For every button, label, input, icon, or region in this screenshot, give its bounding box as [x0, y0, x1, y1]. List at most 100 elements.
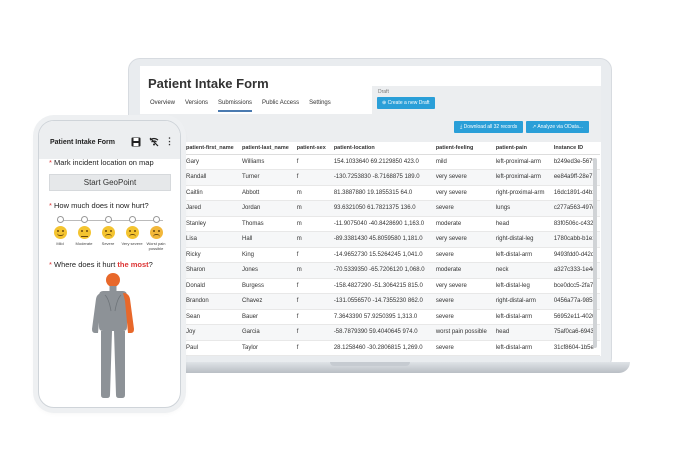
- table-cell: left-distal-arm: [491, 309, 550, 325]
- table-cell: moderate: [431, 216, 492, 232]
- table-row[interactable]: 9DonaldBurgessf-158.4827290 -51.3064215 …: [140, 278, 600, 294]
- save-icon[interactable]: [131, 137, 141, 147]
- more-icon[interactable]: ⋮: [165, 136, 174, 147]
- create-draft-button[interactable]: ⊕ Create a new Draft: [377, 97, 435, 109]
- radio-button[interactable]: [104, 216, 112, 223]
- table-cell: Jordan: [238, 200, 293, 217]
- table-row[interactable]: 9CaitlinAbbottm81.3887880 19.1855315 64.…: [140, 185, 600, 201]
- laptop-notch: [330, 362, 410, 366]
- table-cell: head: [491, 216, 550, 232]
- table-cell: -11.9075040 -40.8428690 1,163.0: [329, 216, 432, 232]
- radio-button[interactable]: [152, 216, 160, 223]
- scale-label: Worst pain possible: [146, 241, 166, 251]
- table-row[interactable]: 9LisaHallm-89.3381430 45.8059580 1,181.0…: [140, 231, 600, 248]
- odata-button[interactable]: ↗ Analyze via OData...: [526, 121, 589, 133]
- question-pain-location: * Where does it hurt the most?: [49, 260, 153, 269]
- table-cell: f: [292, 154, 330, 170]
- table-cell: very severe: [431, 169, 492, 186]
- table-row[interactable]: 9GaryWilliamsf154.1033640 69.2129850 423…: [140, 154, 600, 170]
- table-row[interactable]: 9PaulTaylorf28.1258460 -30.2806815 1,269…: [140, 340, 600, 356]
- create-draft-label: Create a new Draft: [387, 100, 430, 106]
- column-header[interactable]: patient-pain: [491, 142, 550, 155]
- column-header[interactable]: patient-location: [329, 142, 432, 155]
- table-cell: mild: [431, 154, 492, 170]
- tab-versions[interactable]: Versions: [185, 96, 208, 112]
- table-cell: f: [292, 247, 330, 263]
- table-cell: very severe: [431, 231, 492, 248]
- table-cell: Hall: [238, 231, 293, 248]
- table-row[interactable]: 9StanleyThomasm-11.9075040 -40.8428690 1…: [140, 216, 600, 232]
- table-row[interactable]: 9SharonJonesm-70.5339350 -65.7206120 1,0…: [140, 262, 600, 279]
- sad-face-icon: [125, 226, 139, 239]
- table-cell: 81.3887880 19.1855315 64.0: [329, 185, 432, 201]
- scale-label: Severe: [101, 241, 115, 246]
- table-row[interactable]: 9JoyGarciaf-58.7879390 59.4040645 974.0w…: [140, 324, 600, 341]
- scale-option-worst[interactable]: Worst pain possible: [143, 216, 169, 251]
- offline-icon[interactable]: [149, 137, 159, 147]
- body-head[interactable]: [106, 273, 120, 287]
- table-cell: m: [292, 231, 330, 248]
- tab-submissions[interactable]: Submissions: [218, 96, 253, 112]
- table-cell: very severe: [431, 278, 492, 294]
- table-cell: neck: [491, 262, 550, 279]
- column-header[interactable]: patient-first_name: [182, 142, 238, 155]
- table-cell: m: [292, 200, 330, 217]
- table-row[interactable]: 9BrandonChavezf-131.0556570 -14.7355230 …: [140, 293, 600, 310]
- draft-panel: Draft ⊕ Create a new Draft: [372, 86, 601, 114]
- phone-frame: Patient Intake Form ⋮ * Mark incident lo…: [38, 120, 181, 408]
- table-cell: Thomas: [238, 216, 293, 232]
- column-header[interactable]: Instance ID: [549, 142, 600, 155]
- start-geopoint-button[interactable]: Start GeoPoint: [49, 174, 171, 191]
- radio-button[interactable]: [80, 216, 88, 223]
- table-cell: Sean: [182, 309, 238, 325]
- table-cell: Turner: [238, 169, 293, 186]
- table-cell: -14.9652730 15.5264245 1,041.0: [329, 247, 432, 263]
- radio-button[interactable]: [128, 216, 136, 223]
- tab-overview[interactable]: Overview: [150, 96, 175, 112]
- table-row[interactable]: 9RandallTurnerf-130.7253830 -8.7168875 1…: [140, 169, 600, 186]
- table-cell: Gary: [182, 154, 238, 170]
- scale-option-mild[interactable]: Mild: [47, 216, 73, 246]
- odata-label: Analyze via OData...: [537, 124, 583, 130]
- table-cell: worst pain possible: [431, 324, 492, 341]
- table-scrollbar[interactable]: [593, 158, 597, 348]
- radio-button[interactable]: [56, 216, 64, 223]
- scale-label: Moderate: [75, 241, 93, 246]
- table-row[interactable]: 9JaredJordanm93.6321050 61.7821375 136.0…: [140, 200, 600, 217]
- table-cell: Sharon: [182, 262, 238, 279]
- body-map[interactable]: [91, 271, 135, 399]
- body-right-leg[interactable]: [101, 331, 112, 398]
- table-cell: f: [292, 309, 330, 325]
- table-cell: m: [292, 262, 330, 279]
- body-left-leg[interactable]: [114, 331, 125, 398]
- laptop-screen: Patient Intake Form Overview Versions Su…: [140, 66, 601, 356]
- scale-label: Very severe: [121, 241, 143, 246]
- body-torso[interactable]: [99, 291, 127, 331]
- table-cell: lungs: [491, 200, 550, 217]
- scale-option-moderate[interactable]: Moderate: [71, 216, 97, 246]
- column-header[interactable]: patient-sex: [292, 142, 330, 155]
- table-cell: Bauer: [238, 309, 293, 325]
- table-header-row: patient-first_name patient-last_name pat…: [140, 142, 600, 155]
- table-cell: Burgess: [238, 278, 293, 294]
- table-row[interactable]: 9RickyKingf-14.9652730 15.5264245 1,041.…: [140, 247, 600, 263]
- table-cell: severe: [431, 340, 492, 356]
- table-cell: f: [292, 324, 330, 341]
- column-header[interactable]: patient-last_name: [238, 142, 293, 155]
- table-cell: Jared: [182, 200, 238, 217]
- table-cell: -89.3381430 45.8059580 1,181.0: [329, 231, 432, 248]
- column-header[interactable]: patient-feeling: [431, 142, 492, 155]
- table-cell: Jones: [238, 262, 293, 279]
- table-row[interactable]: 9SeanBauerf7.3643390 57.9250395 1,313.0s…: [140, 309, 600, 325]
- table-cell: Ricky: [182, 247, 238, 263]
- body-neck[interactable]: [109, 286, 117, 291]
- download-button[interactable]: ⤓ Download all 32 records: [454, 121, 524, 133]
- table-cell: right-distal-leg: [491, 231, 550, 248]
- scale-option-severe[interactable]: Severe: [95, 216, 121, 246]
- scale-option-very-severe[interactable]: Very severe: [119, 216, 145, 246]
- tab-public-access[interactable]: Public Access: [262, 96, 299, 112]
- table-cell: right-distal-arm: [491, 293, 550, 310]
- scale-label: Mild: [56, 241, 64, 246]
- tab-settings[interactable]: Settings: [309, 96, 331, 112]
- frown-face-icon: [101, 226, 115, 239]
